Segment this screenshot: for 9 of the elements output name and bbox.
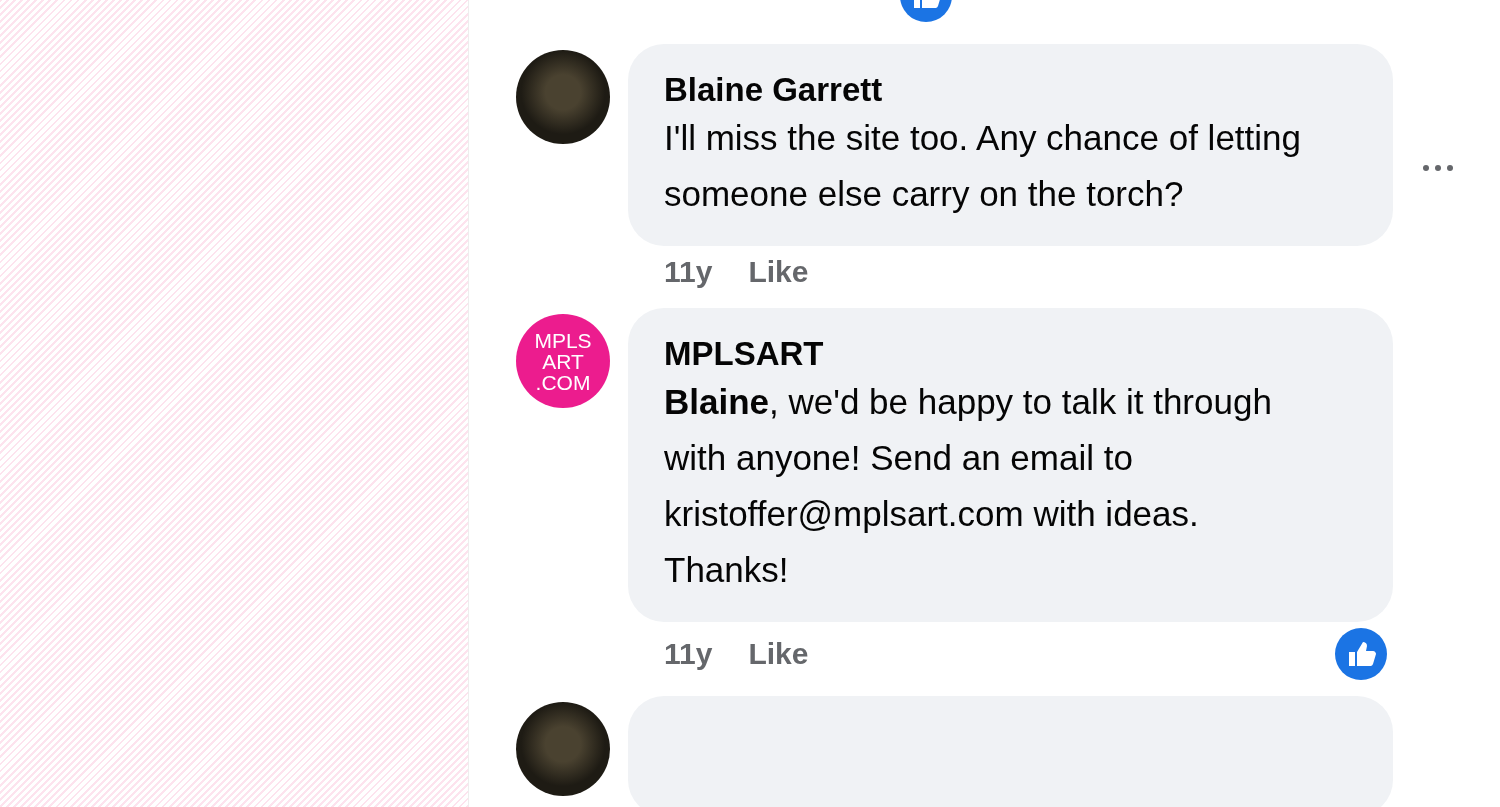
- comment-time[interactable]: 11y: [664, 637, 713, 671]
- avatar-logo: MPLS ART .COM: [516, 314, 610, 408]
- like-link[interactable]: Like: [748, 255, 809, 289]
- commenter-name[interactable]: MPLSART: [664, 334, 1323, 374]
- comment-time[interactable]: 11y: [664, 255, 713, 289]
- commenter-name[interactable]: Blaine Garrett: [664, 70, 1323, 110]
- comment-text: Blaine, we'd be happy to talk it through with anyone! Send an email to kristoffer@mplsart.com with ideas. Thanks!: [664, 381, 1273, 591]
- comment-text: I'll miss the site too. Any chance of letting someone else carry on the torch?: [664, 117, 1302, 215]
- like-link[interactable]: Like: [748, 637, 809, 671]
